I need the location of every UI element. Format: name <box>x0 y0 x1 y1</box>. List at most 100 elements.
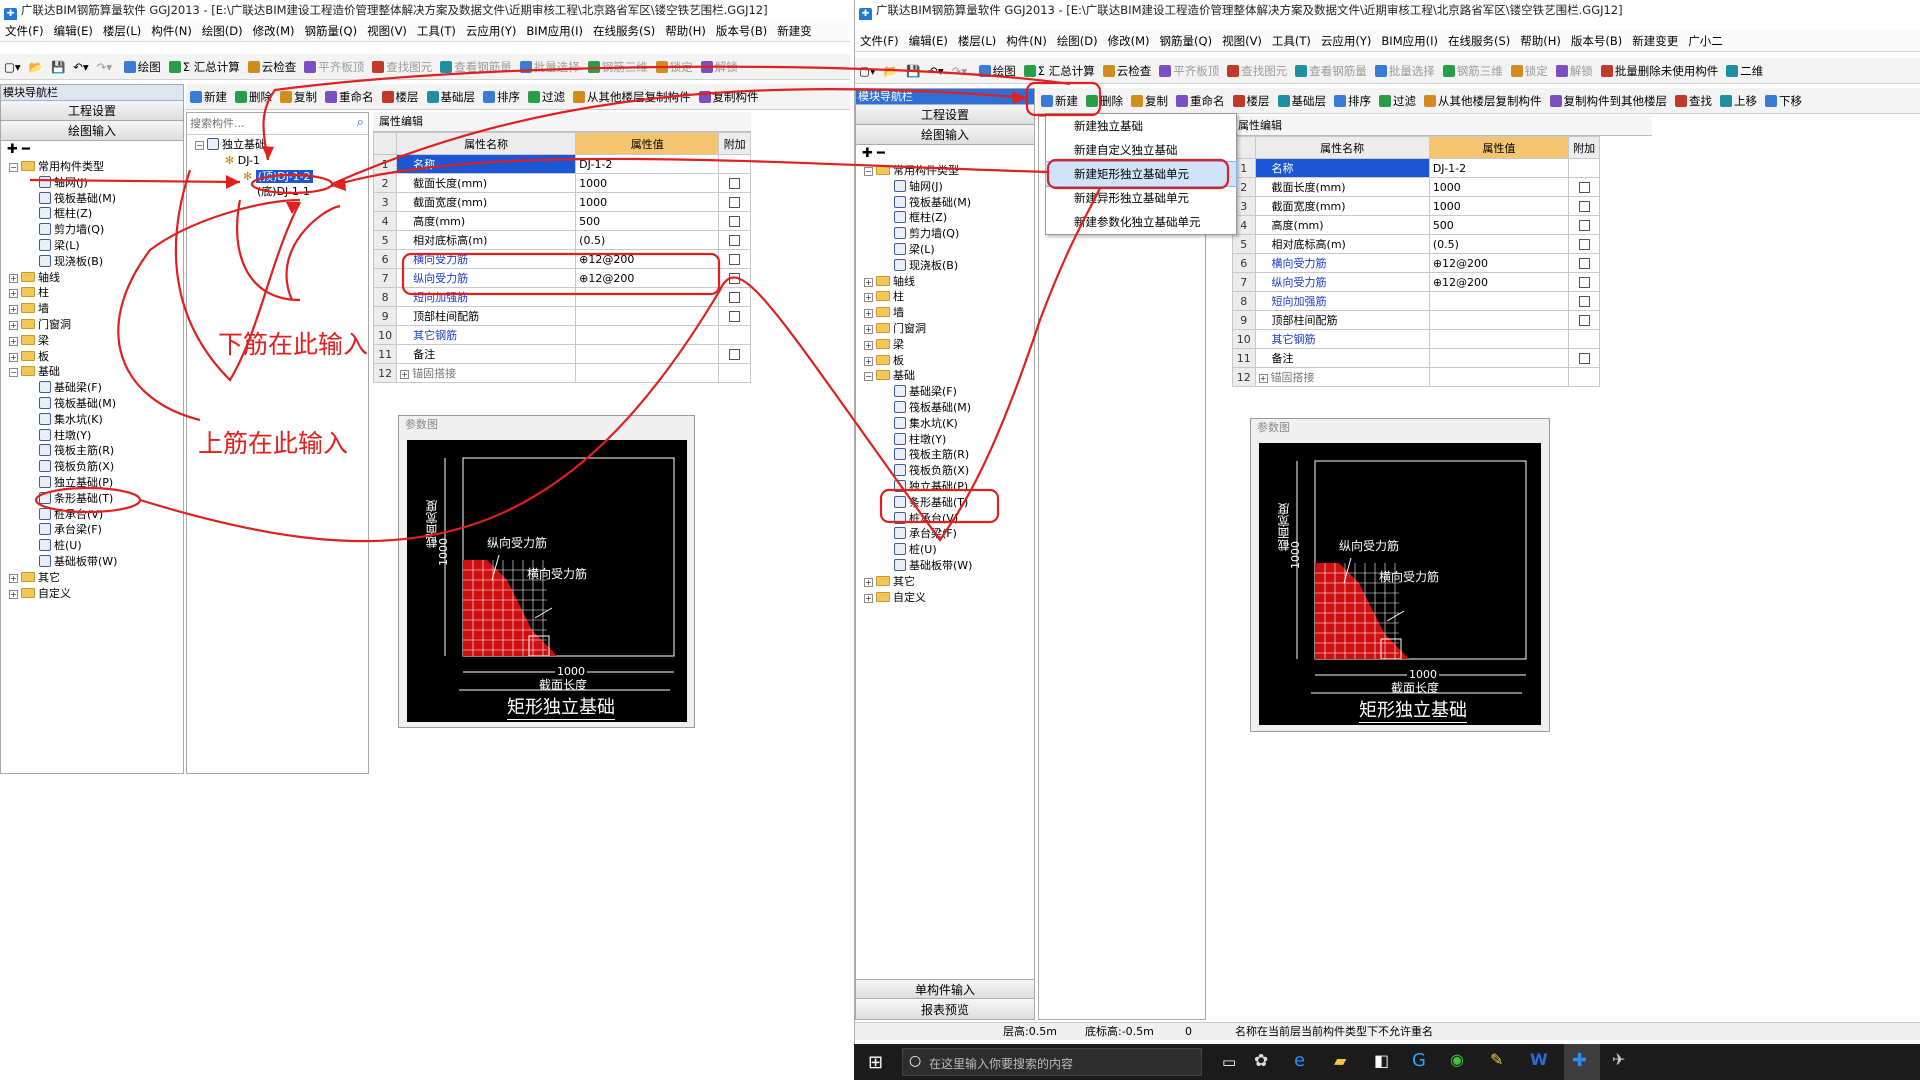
toolbar2-button-8[interactable]: 从其他楼层复制构件 <box>569 84 695 109</box>
undo-icon[interactable]: ↶▾ <box>924 58 947 83</box>
property-value[interactable] <box>1428 310 1570 330</box>
tree-foundation-item-11[interactable]: 基础板带(W) <box>1 554 183 570</box>
menu-item-12[interactable]: 帮助(H) <box>1515 34 1566 48</box>
tree-item-top-dj1-2[interactable]: ✻ (顶)DJ-1-2 <box>195 169 368 185</box>
menu-new-parametric-footing-unit[interactable]: 新建参数化独立基础单元 <box>1046 210 1236 234</box>
tree-common-item-0[interactable]: 轴网(J) <box>1 175 183 191</box>
property-row[interactable]: 11 备注 <box>373 344 751 364</box>
tree-common-item-4[interactable]: 梁(L) <box>1 238 183 254</box>
task-view-icon[interactable]: ▭ <box>1222 1053 1236 1071</box>
tree-root-isolated-footing[interactable]: − 独立基础 <box>195 137 368 153</box>
extra-checkbox[interactable] <box>1578 276 1590 288</box>
menu-item-3[interactable]: 构件(N) <box>1001 34 1052 48</box>
property-value[interactable]: DJ-1-2 <box>1428 158 1570 178</box>
tree-foundation-item-5[interactable]: 筏板负筋(X) <box>856 463 1034 479</box>
right-property-tab[interactable]: 属性编辑 <box>1232 116 1652 136</box>
menu-item-3[interactable]: 构件(N) <box>146 24 197 38</box>
toolbar1-button-6[interactable]: 批量选择 <box>1371 58 1439 83</box>
menu-item-11[interactable]: 在线服务(S) <box>1443 34 1515 48</box>
menu-item-4[interactable]: 绘图(D) <box>1052 34 1103 48</box>
left-property-tab[interactable]: 属性编辑 <box>373 112 751 132</box>
tree-foundation-item-9[interactable]: 承台梁(F) <box>1 522 183 538</box>
toolbar2-button-5[interactable]: 基础层 <box>1274 88 1331 113</box>
toolbar1-button-5[interactable]: 查看钢筋量 <box>1291 58 1371 83</box>
extra-checkbox[interactable] <box>729 253 741 265</box>
extra-checkbox[interactable] <box>729 177 741 189</box>
menu-item-5[interactable]: 修改(M) <box>1103 34 1155 48</box>
tree-foundation-item-4[interactable]: 筏板主筋(R) <box>1 443 183 459</box>
extra-checkbox[interactable] <box>1578 238 1590 250</box>
property-value[interactable]: 1000 <box>575 192 720 212</box>
tree-common-item-5[interactable]: 现浇板(B) <box>856 258 1034 274</box>
property-value[interactable]: DJ-1-2 <box>575 154 720 174</box>
extra-checkbox[interactable] <box>729 291 741 303</box>
tree-group-5[interactable]: + 板 <box>1 349 183 365</box>
tree-foundation-item-4[interactable]: 筏板主筋(R) <box>856 447 1034 463</box>
open-file-icon[interactable]: 📂 <box>25 54 47 79</box>
toolbar2-button-2[interactable]: 复制 <box>1127 88 1172 113</box>
tree-group-2[interactable]: + 墙 <box>856 305 1034 321</box>
property-value[interactable] <box>1428 348 1570 368</box>
menu-item-7[interactable]: 视图(V) <box>1217 34 1267 48</box>
menu-new-irregular-footing-unit[interactable]: 新建异形独立基础单元 <box>1046 186 1236 210</box>
toolbar1-button-2[interactable]: 云检查 <box>244 54 301 79</box>
project-settings-button[interactable]: 工程设置 <box>1 101 183 121</box>
menu-new-isolated-footing[interactable]: 新建独立基础 <box>1046 114 1236 138</box>
property-value[interactable] <box>1428 329 1570 349</box>
tree-foundation-item-11[interactable]: 基础板带(W) <box>856 558 1034 574</box>
extra-checkbox[interactable] <box>1578 257 1590 269</box>
tree-foundation-item-6[interactable]: 独立基础(P) <box>1 475 183 491</box>
menu-item-10[interactable]: BIM应用(I) <box>1376 34 1443 48</box>
property-row[interactable]: 9 顶部柱间配筋 <box>373 306 751 326</box>
store-icon[interactable]: ◧ <box>1374 1051 1389 1070</box>
property-row[interactable]: 7 纵向受力筋 ⊕12@200 <box>373 268 751 288</box>
tree-foundation-item-10[interactable]: 桩(U) <box>856 542 1034 558</box>
tree-common-item-3[interactable]: 剪力墙(Q) <box>856 226 1034 242</box>
extra-checkbox[interactable] <box>1578 200 1590 212</box>
menu-item-10[interactable]: BIM应用(I) <box>521 24 588 38</box>
tree-common-item-3[interactable]: 剪力墙(Q) <box>1 222 183 238</box>
menu-item-0[interactable]: 文件(F) <box>0 24 49 38</box>
new-file-icon[interactable]: ▢▾ <box>0 54 25 79</box>
tree-foundation-item-0[interactable]: 基础梁(F) <box>856 384 1034 400</box>
expand-icon[interactable]: + <box>400 370 410 379</box>
tree-other-0[interactable]: + 其它 <box>1 570 183 586</box>
toolbar2-button-11[interactable]: 上移 <box>1716 88 1761 113</box>
tree-foundation-item-5[interactable]: 筏板负筋(X) <box>1 459 183 475</box>
property-row[interactable]: 8 短向加强筋 <box>1232 291 1600 311</box>
expand-all-icon[interactable]: ✚ <box>7 142 18 157</box>
tree-common-item-0[interactable]: 轴网(J) <box>856 179 1034 195</box>
open-file-icon[interactable]: 📂 <box>880 58 902 83</box>
file-explorer-icon[interactable]: ▰ <box>1334 1051 1346 1070</box>
property-value[interactable]: 500 <box>1428 215 1570 235</box>
toolbar1-button-8[interactable]: 锁定 <box>1507 58 1552 83</box>
tree-foundation[interactable]: − 基础 <box>856 368 1034 384</box>
tree-common-item-2[interactable]: 框柱(Z) <box>856 210 1034 226</box>
toolbar1-button-2[interactable]: 云检查 <box>1099 58 1156 83</box>
toolbar2-button-6[interactable]: 排序 <box>479 84 524 109</box>
menu-item-8[interactable]: 工具(T) <box>412 24 461 38</box>
extra-checkbox[interactable] <box>729 234 741 246</box>
toolbar2-button-10[interactable]: 查找 <box>1671 88 1716 113</box>
wechat-icon[interactable]: ◉ <box>1450 1050 1464 1069</box>
menu-item-14[interactable]: 新建变更 <box>1627 34 1683 48</box>
redo-icon[interactable]: ↷▾ <box>93 54 116 79</box>
property-value[interactable]: ⊕12@200 <box>1428 253 1570 273</box>
report-preview-button[interactable]: 报表预览 <box>856 1000 1034 1019</box>
toolbar2-button-0[interactable]: 新建 <box>1037 88 1082 113</box>
undo-icon[interactable]: ↶▾ <box>69 54 92 79</box>
browser-icon[interactable]: G <box>1412 1050 1426 1071</box>
property-row[interactable]: 12 + 锚固搭接 <box>1232 367 1600 387</box>
property-value[interactable] <box>575 344 720 364</box>
edge-icon[interactable]: e <box>1294 1050 1305 1071</box>
toolbar1-button-5[interactable]: 查看钢筋量 <box>436 54 516 79</box>
expand-icon[interactable]: + <box>1258 374 1268 383</box>
drawing-input-button[interactable]: 绘图输入 <box>1 121 183 141</box>
tree-foundation[interactable]: − 基础 <box>1 364 183 380</box>
property-row[interactable]: 8 短向加强筋 <box>373 287 751 307</box>
tree-group-1[interactable]: + 柱 <box>1 285 183 301</box>
property-row[interactable]: 9 顶部柱间配筋 <box>1232 310 1600 330</box>
extra-checkbox[interactable] <box>1578 352 1590 364</box>
tree-foundation-item-3[interactable]: 柱墩(Y) <box>1 428 183 444</box>
toolbar1-button-3[interactable]: 平齐板顶 <box>1155 58 1223 83</box>
